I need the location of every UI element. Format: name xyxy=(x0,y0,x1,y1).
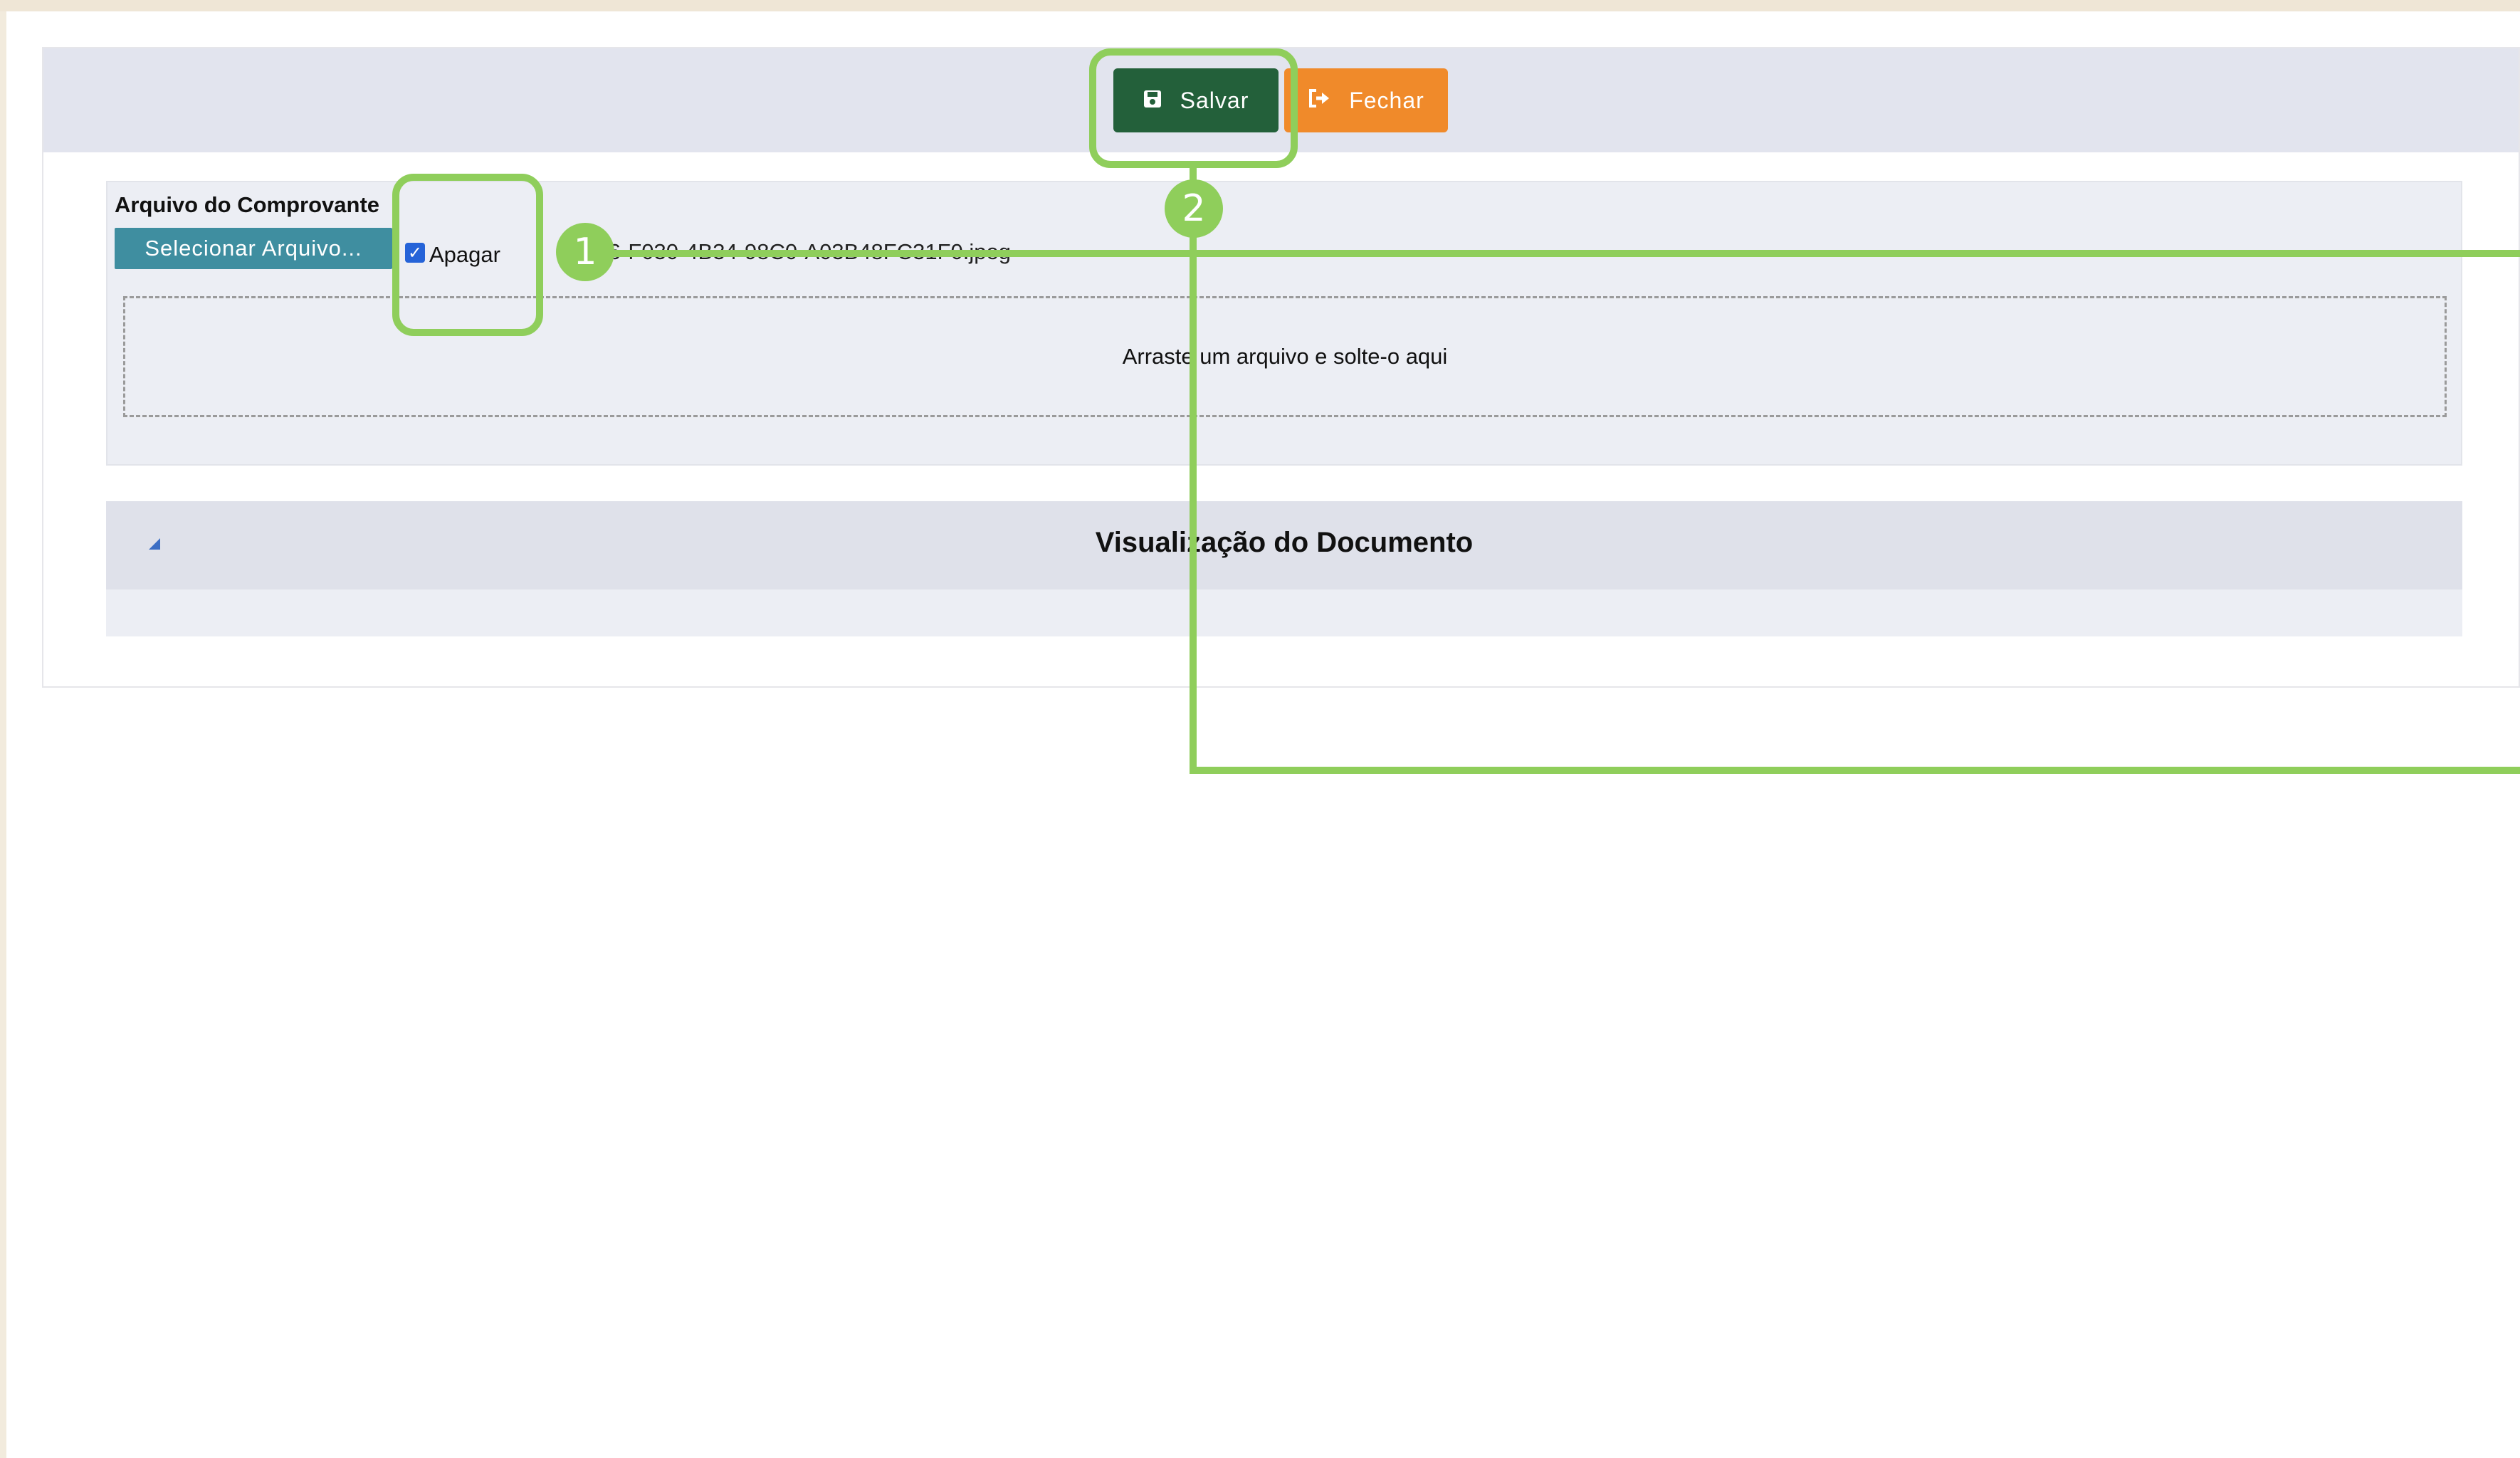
callout-line-2-vertical xyxy=(1190,165,1197,774)
callout-line-2-horizontal xyxy=(1190,767,2520,774)
top-border xyxy=(0,0,2520,11)
callout-highlight-delete xyxy=(392,174,543,336)
document-viewer-header[interactable]: Visualização do Documento xyxy=(106,501,2462,589)
select-file-button[interactable]: Selecionar Arquivo... xyxy=(115,228,392,269)
dropzone-text: Arraste um arquivo e solte-o aqui xyxy=(1122,344,1448,369)
sign-out-icon xyxy=(1308,88,1330,114)
callout-highlight-save xyxy=(1089,48,1298,168)
upload-title: Arquivo do Comprovante xyxy=(115,192,380,217)
document-viewer-body xyxy=(106,589,2462,636)
close-button-label: Fechar xyxy=(1349,87,1424,113)
callout-line-1 xyxy=(612,250,2520,257)
callout-badge-1: 1 xyxy=(556,223,614,281)
callout-badge-2: 2 xyxy=(1165,179,1223,238)
page: Salvar Fechar Arquivo do Comprovante Sel… xyxy=(6,11,2520,1458)
viewer-title: Visualização do Documento xyxy=(1095,527,1474,558)
close-button[interactable]: Fechar xyxy=(1284,68,1448,132)
